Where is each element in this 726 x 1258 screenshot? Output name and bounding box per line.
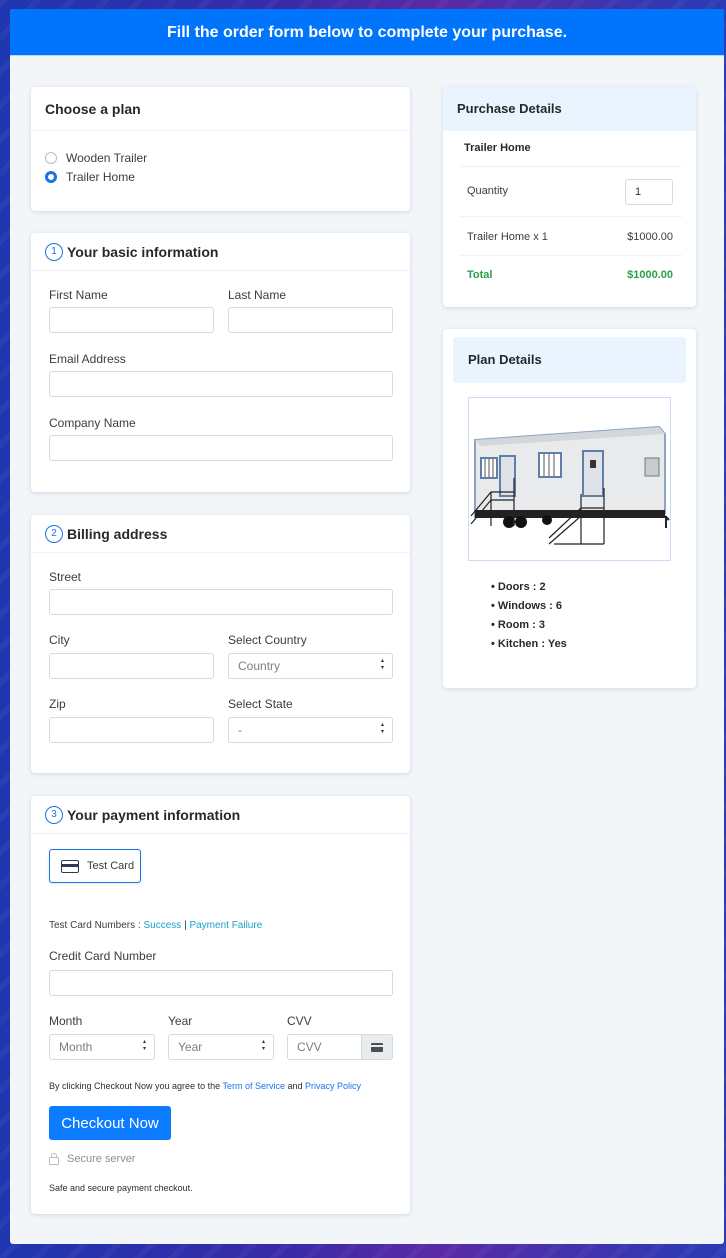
- last-name-label: Last Name: [228, 288, 287, 302]
- choose-plan-card: Choose a plan Wooden Trailer Trailer Hom…: [31, 87, 410, 211]
- last-name-input[interactable]: [228, 307, 393, 333]
- terms-prefix: By clicking Checkout Now you agree to th…: [49, 1081, 221, 1091]
- billing-card: 2 Billing address Street City Select Cou…: [31, 515, 410, 773]
- payment-card: 3 Your payment information Test Card Tes…: [31, 796, 410, 1214]
- credit-card-icon: [61, 859, 79, 873]
- total-label: Total: [467, 269, 493, 281]
- state-select[interactable]: -: [228, 717, 393, 743]
- test-card-numbers-label: Test Card Numbers :: [49, 920, 141, 931]
- year-select-value: Year: [178, 1040, 203, 1054]
- feature-room: Room : 3: [497, 619, 545, 631]
- privacy-policy-link[interactable]: Privacy Policy: [305, 1081, 361, 1091]
- radio-checked-icon[interactable]: [45, 171, 57, 183]
- first-name-input[interactable]: [49, 307, 214, 333]
- street-input[interactable]: [49, 589, 393, 615]
- street-label: Street: [49, 570, 82, 584]
- feature-windows: Windows : 6: [497, 600, 562, 612]
- safe-payment-note: Safe and secure payment checkout.: [49, 1183, 193, 1193]
- month-select[interactable]: Month: [49, 1034, 155, 1060]
- cvv-placeholder: CVV: [297, 1040, 322, 1054]
- checkout-now-button[interactable]: Checkout Now: [49, 1106, 171, 1140]
- payment-failure-link[interactable]: Payment Failure: [189, 920, 262, 931]
- plan-details-title: Plan Details: [453, 337, 686, 383]
- success-link[interactable]: Success: [143, 920, 181, 931]
- separator: |: [184, 920, 187, 931]
- terms-of-service-link[interactable]: Term of Service: [222, 1081, 285, 1091]
- country-select-value: Country: [238, 659, 281, 673]
- plan-feature-item: • Windows : 6: [491, 600, 562, 612]
- section-title: Your basic information: [67, 243, 219, 260]
- terms-and: and: [287, 1081, 303, 1091]
- first-name-label: First Name: [49, 288, 108, 302]
- zip-input[interactable]: [49, 717, 214, 743]
- plan-feature-item: • Room : 3: [491, 619, 545, 631]
- company-input[interactable]: [49, 435, 393, 461]
- test-card-label: Test Card: [87, 860, 135, 872]
- page-banner: Fill the order form below to complete yo…: [10, 9, 724, 56]
- order-form-frame: Fill the order form below to complete yo…: [10, 9, 724, 1244]
- state-label: Select State: [228, 697, 293, 711]
- billing-title: 2 Billing address: [31, 515, 410, 553]
- product-name: Trailer Home: [460, 131, 682, 167]
- feature-doors: Doors : 2: [497, 581, 546, 593]
- plan-option-trailer-home[interactable]: Trailer Home: [45, 170, 135, 184]
- plan-option-label: Trailer Home: [66, 170, 135, 184]
- basic-info-title: 1 Your basic information: [31, 233, 410, 271]
- feature-kitchen: Kitchen : Yes: [497, 638, 567, 650]
- plan-feature-item: • Doors : 2: [491, 581, 546, 593]
- total-row: Total $1000.00: [460, 257, 682, 295]
- secure-server-label: Secure server: [67, 1153, 136, 1165]
- card-number-label: Credit Card Number: [49, 949, 157, 963]
- quantity-row: Quantity 1: [460, 168, 682, 217]
- plan-details-card: Plan Details • Doors: 2 • Windows: 6 •…: [443, 329, 696, 688]
- terms-text: By clicking Checkout Now you agree to th…: [49, 1081, 361, 1091]
- test-card-numbers: Test Card Numbers : Success | Payment Fa…: [49, 920, 262, 931]
- choose-plan-title: Choose a plan: [31, 87, 410, 131]
- country-select[interactable]: Country: [228, 653, 393, 679]
- year-select[interactable]: Year: [168, 1034, 274, 1060]
- city-input[interactable]: [49, 653, 214, 679]
- plan-features-list: • Doors : 2 • Windows : 6 • Room : 3 • K…: [491, 581, 567, 657]
- radio-unchecked-icon[interactable]: [45, 152, 57, 164]
- month-label: Month: [49, 1014, 83, 1028]
- zip-label: Zip: [49, 697, 66, 711]
- email-label: Email Address: [49, 352, 126, 366]
- test-card-method-button[interactable]: Test Card: [49, 849, 141, 883]
- card-number-input[interactable]: [49, 970, 393, 996]
- line-item-row: Trailer Home x 1 $1000.00: [460, 218, 682, 256]
- purchase-details-title: Purchase Details: [443, 87, 696, 131]
- plan-option-label: Wooden Trailer: [66, 151, 148, 165]
- city-label: City: [49, 633, 70, 647]
- step-number-icon: 2: [45, 524, 63, 543]
- line-item-label: Trailer Home x 1: [467, 231, 548, 243]
- year-label: Year: [168, 1014, 193, 1028]
- basic-info-card: 1 Your basic information First Name Last…: [31, 233, 410, 492]
- state-select-value: -: [238, 723, 242, 737]
- section-title: Billing address: [67, 525, 168, 542]
- line-item-amount: $1000.00: [627, 231, 673, 243]
- payment-title: 3 Your payment information: [31, 796, 410, 834]
- country-label: Select Country: [228, 633, 307, 647]
- cvv-label: CVV: [287, 1014, 312, 1028]
- quantity-label: Quantity: [467, 185, 508, 197]
- trailer-home-image: [468, 397, 671, 561]
- step-number-icon: 3: [45, 805, 63, 824]
- trailer-illustration: [470, 425, 670, 545]
- email-input[interactable]: [49, 371, 393, 397]
- quantity-input[interactable]: 1: [625, 179, 673, 205]
- purchase-details-card: Purchase Details Trailer Home Quantity 1…: [443, 87, 696, 307]
- lock-icon: [49, 1152, 59, 1165]
- secure-server-note: Secure server: [49, 1152, 136, 1165]
- plan-feature-item: • Kitchen : Yes: [491, 638, 567, 650]
- section-title: Your payment information: [67, 806, 241, 823]
- total-amount: $1000.00: [627, 269, 673, 281]
- step-number-icon: 1: [45, 242, 63, 261]
- plan-option-wooden-trailer[interactable]: Wooden Trailer: [45, 151, 147, 165]
- month-select-value: Month: [59, 1040, 93, 1054]
- cvv-card-icon: [361, 1035, 392, 1059]
- company-label: Company Name: [49, 416, 136, 430]
- cvv-input[interactable]: CVV: [287, 1034, 393, 1060]
